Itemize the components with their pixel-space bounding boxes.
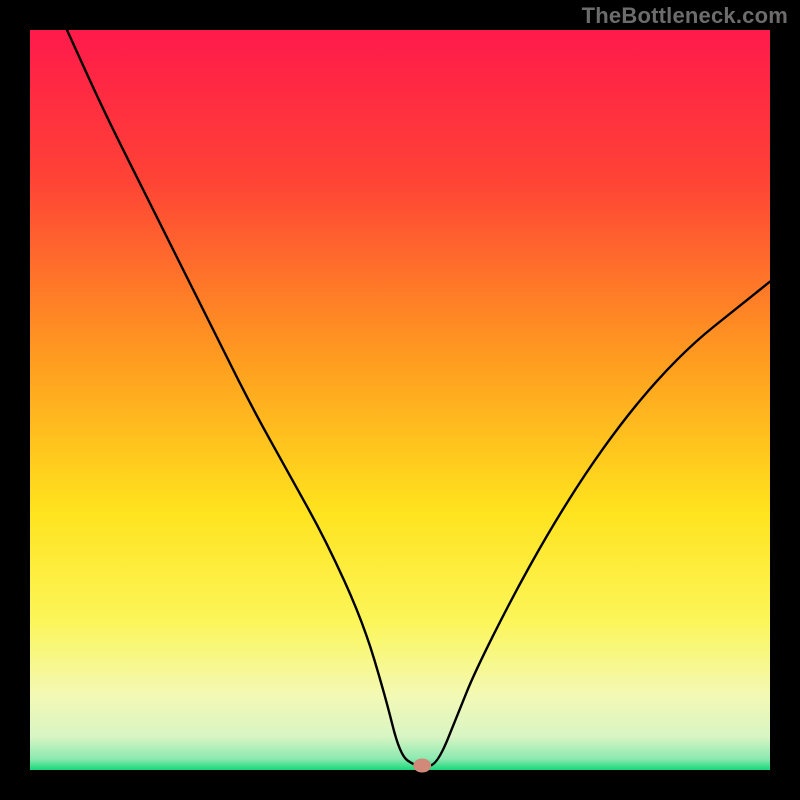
watermark-label: TheBottleneck.com (582, 3, 788, 29)
bottleneck-chart (0, 0, 800, 800)
optimum-marker (413, 759, 431, 773)
plot-background (30, 30, 770, 770)
chart-frame: TheBottleneck.com (0, 0, 800, 800)
